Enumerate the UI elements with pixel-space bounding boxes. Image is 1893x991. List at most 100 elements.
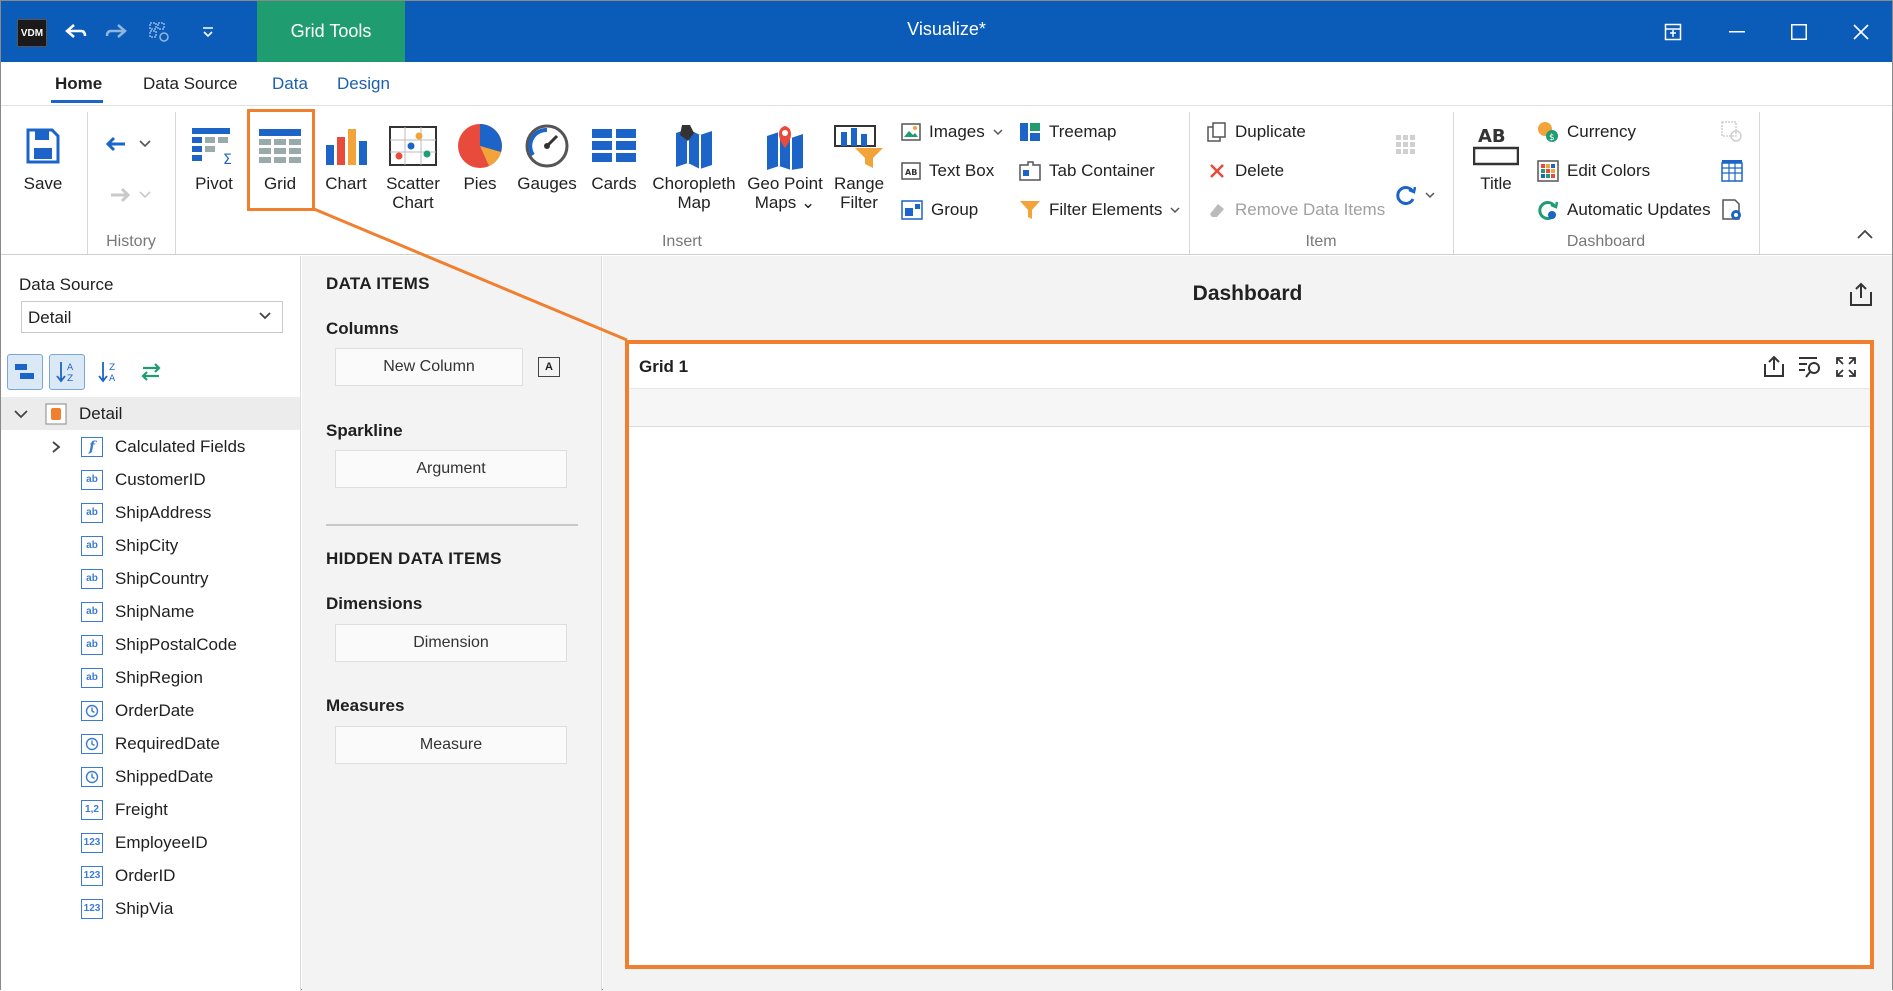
sort-ascending-button[interactable]: AZ [49,354,85,390]
edit-colors-label: Edit Colors [1567,161,1651,180]
collapse-ribbon-button[interactable] [1857,220,1873,248]
field-item[interactable]: ab ShipName [1,595,300,628]
field-item[interactable]: ShippedDate [1,760,300,793]
gauges-button[interactable]: Gauges [517,118,577,193]
filter-elements-button[interactable]: Filter Elements [1019,196,1180,224]
tab-home[interactable]: Home [55,74,102,94]
redo-button[interactable] [105,181,151,209]
date-field-icon [81,700,103,721]
svg-text:A: A [109,374,116,384]
field-name: RequiredDate [115,733,220,753]
integer-field-icon: 123 [81,832,103,853]
treemap-button[interactable]: Treemap [1019,118,1116,146]
tab-container-label: Tab Container [1049,161,1155,180]
duplicate-button[interactable]: Duplicate [1207,118,1306,146]
layout-grid-button[interactable] [1395,130,1417,158]
date-field-icon [81,766,103,787]
field-item[interactable]: ab ShipCountry [1,562,300,595]
column-type-icon[interactable]: A [538,357,560,377]
grid-item-title: Grid 1 [639,357,689,376]
minimize-icon[interactable] [1705,1,1769,62]
range-filter-icon [829,118,889,174]
text-box-button[interactable]: AB Text Box [901,157,994,185]
tab-design[interactable]: Design [337,74,390,94]
geo-point-maps-button[interactable]: Geo Point Maps ⌄ [745,118,825,212]
refresh-fields-button[interactable] [133,354,169,390]
maximize-item-icon[interactable] [1832,353,1860,381]
maximize-icon[interactable] [1767,1,1831,62]
group-button[interactable]: Group [901,196,978,224]
edit-colors-button[interactable]: Edit Colors [1537,157,1650,185]
dimension-slot[interactable]: Dimension [335,624,567,662]
integer-field-icon: 123 [81,898,103,919]
svg-text:AB: AB [905,168,917,177]
undo-button[interactable] [105,130,151,158]
geo-point-label: Geo Point Maps ⌄ [747,174,823,212]
field-item[interactable]: ab CustomerID [1,463,300,496]
automatic-updates-button[interactable]: Automatic Updates [1537,196,1711,224]
title-button[interactable]: AB Title [1469,118,1523,193]
chevron-down-icon [259,312,271,320]
chevron-right-icon[interactable] [49,440,63,454]
group-by-type-button[interactable] [7,354,43,390]
pivot-button[interactable]: Σ Pivot [187,118,241,193]
range-filter-label: Range Filter [833,174,885,212]
images-button[interactable]: Images [901,118,1003,146]
field-item[interactable]: 123 OrderID [1,859,300,892]
tab-data[interactable]: Data [272,74,308,94]
field-item[interactable]: 123 ShipVia [1,892,300,925]
field-item[interactable]: ab ShipRegion [1,661,300,694]
close-icon[interactable] [1829,1,1893,62]
convert-button[interactable] [1395,181,1435,209]
svg-text:Z: Z [109,363,115,373]
sort-descending-button[interactable]: ZA [91,354,127,390]
field-item[interactable]: RequiredDate [1,727,300,760]
dashboard-title: Dashboard [1192,282,1303,305]
choropleth-map-button[interactable]: Choropleth Map [651,118,737,212]
dashboard-area: Dashboard Grid 1 [603,256,1892,991]
field-name: Freight [115,799,168,819]
cards-button[interactable]: Cards [587,118,641,193]
export-dashboard-icon[interactable] [1848,282,1874,313]
quick-access-dropdown-icon[interactable] [196,15,220,49]
measure-slot[interactable]: Measure [335,726,567,764]
remove-data-items-label: Remove Data Items [1235,200,1386,219]
scatter-label: Scatter Chart [386,174,440,212]
save-button[interactable]: Save [15,118,71,193]
dashboard-settings-button[interactable] [1721,196,1743,224]
chart-button[interactable]: Chart [319,118,373,193]
data-source-panel: Data Source Detail AZ ZA Detail f Calcula… [1,256,301,991]
field-item[interactable]: f Calculated Fields [1,430,300,463]
range-filter-button[interactable]: Range Filter [829,118,889,212]
field-item[interactable]: ab ShipCity [1,529,300,562]
new-column-slot[interactable]: New Column [335,348,523,386]
pies-button[interactable]: Pies [453,118,507,193]
export-icon[interactable] [1760,353,1788,381]
field-item[interactable]: 123 EmployeeID [1,826,300,859]
grid-item[interactable]: Grid 1 [625,340,1874,969]
data-inspector-button[interactable] [1721,157,1743,185]
field-item[interactable]: ab ShipAddress [1,496,300,529]
field-name: OrderID [115,865,176,885]
remove-data-items-button[interactable]: Remove Data Items [1207,196,1385,224]
tab-container-button[interactable]: Tab Container [1019,157,1155,185]
scatter-chart-button[interactable]: Scatter Chart [383,118,443,212]
argument-slot[interactable]: Argument [335,450,567,488]
undo-icon[interactable] [61,15,91,49]
currency-button[interactable]: $ Currency [1537,118,1636,146]
delete-button[interactable]: Delete [1207,157,1284,185]
field-item[interactable]: ab ShipPostalCode [1,628,300,661]
tree-node-root[interactable]: Detail [1,397,300,430]
layout-icon[interactable] [144,15,174,49]
data-source-select[interactable]: Detail [21,301,283,333]
field-item[interactable]: 1,2 Freight [1,793,300,826]
field-item[interactable]: OrderDate [1,694,300,727]
redo-icon[interactable] [101,15,131,49]
bar-chart-icon [319,118,373,174]
search-filter-icon[interactable] [1796,353,1824,381]
delete-label: Delete [1235,161,1285,180]
parameters-button[interactable] [1721,118,1743,146]
tab-data-source[interactable]: Data Source [143,74,238,94]
restore-layout-icon[interactable] [1641,1,1705,62]
grid-tools-context-tab[interactable]: Grid Tools [257,1,405,62]
